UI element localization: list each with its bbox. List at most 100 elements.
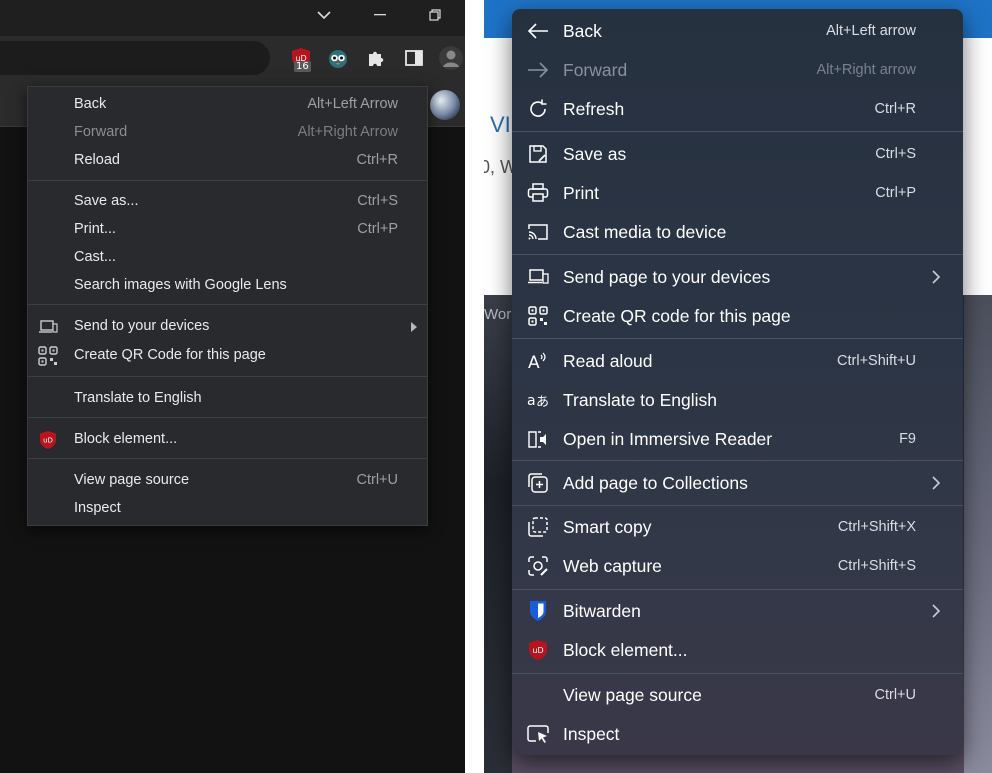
background-text: VI (490, 112, 511, 137)
save-icon (527, 143, 549, 165)
laptop-icon (38, 317, 58, 337)
menu-separator (512, 131, 963, 132)
menu-item-immersive-reader[interactable]: Open in Immersive Reader F9 (512, 420, 963, 458)
menu-item-cast-media[interactable]: Cast media to device (512, 213, 963, 251)
menu-item-back[interactable]: Back Alt+Left Arrow (28, 91, 427, 119)
menu-item-web-capture[interactable]: Web capture Ctrl+Shift+S (512, 547, 963, 585)
menu-item-view-source[interactable]: View page source Ctrl+U (512, 676, 963, 714)
read-aloud-icon: A (527, 350, 549, 372)
background-screenshot (484, 295, 512, 773)
chrome-context-menu: Back Alt+Left Arrow Forward Alt+Right Ar… (27, 86, 428, 526)
bitwarden-shield-icon (527, 600, 549, 622)
inspect-icon (527, 723, 549, 745)
menu-item-refresh[interactable]: Refresh Ctrl+R (512, 90, 963, 128)
chevron-right-icon (932, 476, 941, 490)
menu-separator (28, 417, 427, 418)
menu-item-label: Block element... (563, 640, 688, 660)
menu-item-label: Save as... (74, 193, 139, 209)
menu-item-back[interactable]: Back Alt+Left arrow (512, 12, 963, 50)
menu-item-label: Search images with Google Lens (74, 277, 287, 293)
menu-item-shortcut: Alt+Left Arrow (307, 96, 398, 112)
menu-item-qr-code[interactable]: Create QR code for this page (512, 297, 963, 335)
menu-item-label: Bitwarden (563, 601, 641, 621)
menu-item-print[interactable]: Print... Ctrl+P (28, 216, 427, 244)
menu-item-label: Print... (74, 221, 116, 237)
menu-item-reload[interactable]: Reload Ctrl+R (28, 147, 427, 175)
menu-item-qr-code[interactable]: Create QR Code for this page (28, 342, 427, 370)
menu-item-label: View page source (74, 472, 190, 488)
menu-item-translate[interactable]: aあ Translate to English (512, 381, 963, 419)
svg-text:あ: あ (536, 395, 549, 410)
chrome-toolbar: uD 16 (0, 36, 465, 82)
menu-item-save-as[interactable]: Save as Ctrl+S (512, 135, 963, 173)
menu-separator (512, 673, 963, 674)
address-bar[interactable] (0, 41, 270, 75)
menu-item-shortcut: Ctrl+Shift+X (837, 519, 916, 535)
menu-item-shortcut: F9 (899, 431, 916, 447)
menu-item-send-to-devices[interactable]: Send to your devices (28, 313, 427, 341)
menu-item-shortcut: Ctrl+Shift+S (837, 558, 916, 574)
ublock-badge: 16 (294, 61, 311, 72)
menu-item-send-page[interactable]: Send page to your devices (512, 258, 963, 296)
menu-item-forward: Forward Alt+Right Arrow (28, 119, 427, 147)
menu-separator (512, 254, 963, 255)
menu-item-shortcut: Ctrl+R (874, 101, 917, 117)
menu-item-inspect[interactable]: Inspect (28, 495, 427, 523)
menu-item-bitwarden[interactable]: Bitwarden (512, 592, 963, 630)
menu-item-save-as[interactable]: Save as... Ctrl+S (28, 188, 427, 216)
side-panel-icon[interactable] (401, 45, 427, 71)
extensions-puzzle-icon[interactable] (363, 45, 389, 71)
menu-item-shortcut: Alt+Right Arrow (297, 124, 398, 140)
menu-item-shortcut: Ctrl+P (357, 221, 398, 237)
menu-item-shortcut: Alt+Right arrow (816, 62, 916, 78)
menu-separator (512, 505, 963, 506)
menu-item-shortcut: Ctrl+Shift+U (837, 353, 916, 369)
menu-item-label: View page source (563, 685, 702, 705)
menu-separator (512, 460, 963, 461)
menu-separator (28, 458, 427, 459)
menu-item-cast[interactable]: Cast... (28, 244, 427, 272)
menu-separator (512, 338, 963, 339)
menu-item-label: Save as (563, 144, 627, 164)
svg-text:uD: uD (43, 437, 53, 445)
menu-item-inspect[interactable]: Inspect (512, 715, 963, 753)
menu-item-read-aloud[interactable]: A Read aloud Ctrl+Shift+U (512, 342, 963, 380)
menu-item-label: Translate to English (74, 390, 202, 406)
ublock-extension-icon[interactable]: uD 16 (288, 45, 314, 72)
menu-item-label: Inspect (563, 724, 620, 744)
menu-separator (28, 180, 427, 181)
translate-icon: aあ (527, 389, 549, 411)
menu-item-shortcut: Ctrl+U (356, 472, 399, 488)
chrome-titlebar (0, 0, 465, 36)
tab-search-chevron-icon[interactable] (304, 0, 344, 30)
menu-item-label: Forward (563, 60, 628, 80)
menu-item-smart-copy[interactable]: Smart copy Ctrl+Shift+X (512, 508, 963, 546)
menu-item-label: Open in Immersive Reader (563, 429, 773, 449)
menu-item-block-element[interactable]: uD Block element... (512, 631, 963, 669)
menu-item-label: Refresh (563, 99, 625, 119)
restore-icon[interactable] (415, 0, 455, 30)
cast-icon (527, 221, 549, 243)
menu-item-block-element[interactable]: uD Block element... (28, 426, 427, 454)
menu-item-shortcut: Ctrl+S (875, 146, 916, 162)
menu-item-label: Inspect (74, 500, 121, 516)
menu-item-label: Send page to your devices (563, 267, 771, 287)
collections-icon (527, 472, 549, 494)
profile-avatar[interactable] (438, 45, 464, 71)
menu-item-add-to-collections[interactable]: Add page to Collections (512, 464, 963, 502)
menu-item-label: Back (74, 96, 107, 112)
refresh-icon (527, 98, 549, 120)
printer-icon (527, 182, 549, 204)
svg-text:A: A (528, 353, 540, 371)
menu-item-view-source[interactable]: View page source Ctrl+U (28, 467, 427, 495)
chevron-right-icon (932, 270, 941, 284)
menu-item-translate[interactable]: Translate to English (28, 385, 427, 413)
chevron-right-icon (932, 604, 941, 618)
qr-code-icon (527, 305, 549, 327)
arrow-left-icon (527, 20, 549, 42)
owl-extension-icon[interactable] (325, 45, 351, 71)
minimize-icon[interactable] (360, 0, 400, 30)
menu-item-print[interactable]: Print Ctrl+P (512, 174, 963, 212)
menu-item-google-lens[interactable]: Search images with Google Lens (28, 272, 427, 300)
chrome-window: uD 16 Back Alt+Left Arrow Forward Alt+Ri… (0, 0, 465, 773)
